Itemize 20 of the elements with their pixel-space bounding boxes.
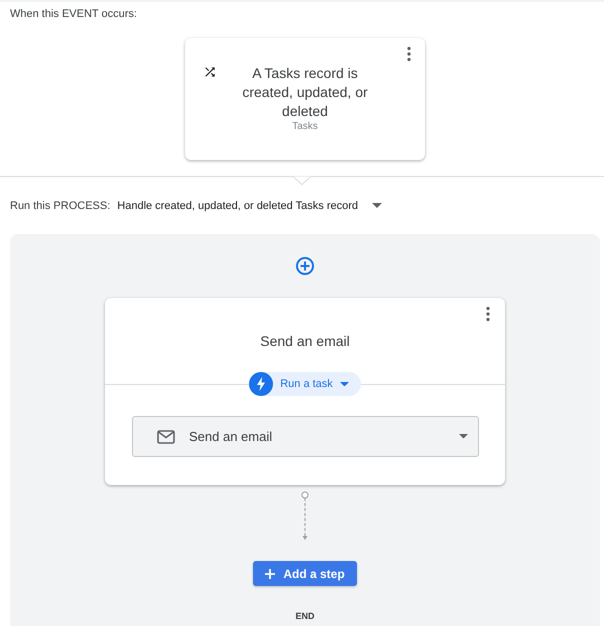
add-circle-icon[interactable]	[296, 257, 314, 275]
shuffle-icon	[203, 65, 217, 79]
step-title: Send an email	[260, 332, 350, 350]
action-select[interactable]: Send an email	[132, 416, 479, 457]
add-step-button[interactable]: Add a step	[253, 561, 357, 586]
end-label: END	[295, 610, 314, 622]
bolt-icon	[249, 372, 274, 396]
mail-icon	[157, 430, 175, 444]
caret-icon	[340, 382, 349, 386]
section-label: When this EVENT occurs:	[10, 7, 137, 21]
process-select[interactable]: Handle created, updated, or deleted Tasks record	[117, 198, 382, 212]
task-type-button[interactable]: Run a task	[249, 372, 361, 396]
caret-icon	[372, 203, 382, 208]
event-card[interactable]: A Tasks record is created, updated, or deleted Tasks	[185, 38, 425, 160]
event-subtitle: Tasks	[292, 121, 318, 133]
caret-icon	[459, 434, 468, 439]
connector-arrow	[300, 491, 310, 541]
plus-icon	[265, 568, 276, 578]
section-label: Run this PROCESS:	[10, 198, 110, 212]
event-title: A Tasks record is created, updated, or deleted	[241, 64, 369, 121]
